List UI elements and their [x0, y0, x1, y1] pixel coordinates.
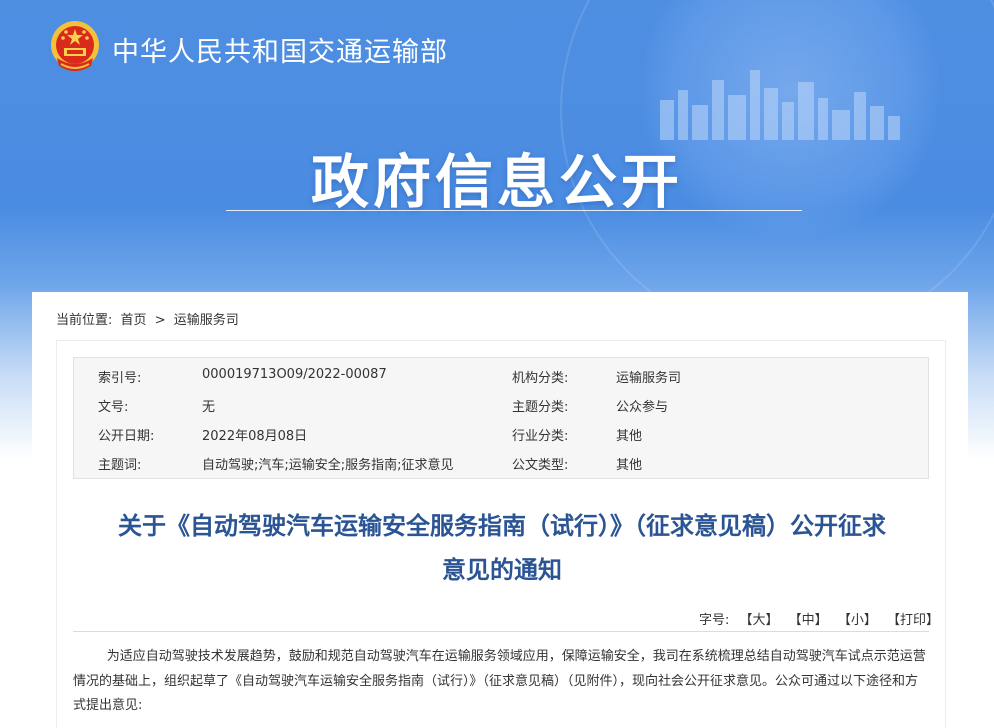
article-title-line: 关于《自动驾驶汽车运输安全服务指南（试行）》（征求意见稿）公开征求	[118, 512, 886, 540]
breadcrumb-prefix: 当前位置:	[56, 313, 113, 328]
meta-value: 自动驾驶;汽车;运输安全;服务指南;征求意见	[202, 458, 454, 473]
meta-key: 公开日期:	[98, 429, 155, 444]
meta-key: 索引号:	[98, 371, 142, 386]
city-skyline-icon	[660, 70, 900, 140]
breadcrumb: 当前位置: 首页 > 运输服务司	[56, 309, 243, 328]
font-size-controls: 字号: 【大】 【中】 【小】 【打印】	[699, 609, 939, 628]
meta-value: 其他	[616, 429, 643, 444]
metadata-row: 索引号: 000019713O09/2022-00087 机构分类: 运输服务司	[74, 360, 928, 389]
metadata-row: 主题词: 自动驾驶;汽车;运输安全;服务指南;征求意见 公文类型: 其他	[74, 447, 928, 476]
breadcrumb-separator: >	[154, 313, 166, 328]
meta-key: 主题分类:	[512, 400, 569, 415]
hero-title: 政府信息公开	[310, 148, 683, 216]
article-paragraph: 为适应自动驾驶技术发展趋势，鼓励和规范自动驾驶汽车在运输服务领域应用，保障运输安…	[73, 649, 926, 713]
title-divider	[73, 631, 929, 632]
meta-key: 公文类型:	[512, 458, 569, 473]
hero-underline	[226, 210, 802, 211]
meta-key: 主题词:	[98, 458, 142, 473]
site-title[interactable]: 中华人民共和国交通运输部	[112, 30, 448, 69]
font-medium-button[interactable]: 【中】	[789, 613, 828, 628]
meta-value: 公众参与	[616, 400, 669, 415]
meta-value: 其他	[616, 458, 643, 473]
article-title-line: 意见的通知	[442, 556, 562, 584]
metadata-table: 索引号: 000019713O09/2022-00087 机构分类: 运输服务司…	[73, 357, 929, 479]
font-small-button[interactable]: 【小】	[838, 613, 877, 628]
article-frame: 索引号: 000019713O09/2022-00087 机构分类: 运输服务司…	[56, 340, 946, 728]
meta-value: 000019713O09/2022-00087	[202, 367, 387, 382]
breadcrumb-home-link[interactable]: 首页	[121, 313, 147, 328]
article-body: 为适应自动驾驶技术发展趋势，鼓励和规范自动驾驶汽车在运输服务领域应用，保障运输安…	[73, 645, 929, 719]
metadata-row: 文号: 无 主题分类: 公众参与	[74, 389, 928, 418]
meta-key: 机构分类:	[512, 371, 569, 386]
meta-key: 文号:	[98, 400, 129, 415]
meta-value: 2022年08月08日	[202, 429, 308, 444]
national-emblem-icon	[51, 21, 99, 71]
breadcrumb-department-link[interactable]: 运输服务司	[174, 313, 239, 328]
meta-key: 行业分类:	[512, 429, 569, 444]
article-title: 关于《自动驾驶汽车运输安全服务指南（试行）》（征求意见稿）公开征求 意见的通知	[57, 504, 947, 592]
content-panel: 当前位置: 首页 > 运输服务司 索引号: 000019713O09/2022-…	[32, 292, 968, 728]
meta-value: 运输服务司	[616, 371, 682, 386]
meta-value: 无	[202, 400, 216, 415]
print-button[interactable]: 【打印】	[887, 613, 939, 628]
font-large-button[interactable]: 【大】	[740, 613, 779, 628]
font-size-label: 字号:	[698, 613, 730, 628]
metadata-row: 公开日期: 2022年08月08日 行业分类: 其他	[74, 418, 928, 447]
